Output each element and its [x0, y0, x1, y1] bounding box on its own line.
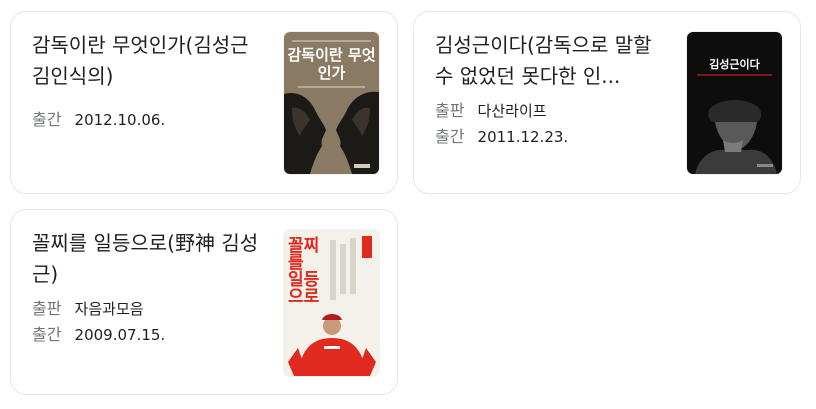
meta-value: 다산라이프: [477, 102, 547, 120]
meta-key: 출판: [435, 101, 465, 120]
book-card[interactable]: 김성근이다(감독으로 말할 수 없었던 못다한 인... 출판 다산라이프 출간…: [413, 11, 801, 194]
book-cover-image[interactable]: 꼴찌를 일등으로: [284, 230, 379, 376]
book-cover-image[interactable]: 김성근이다: [687, 32, 782, 174]
book-meta: 출판 다산라이프 출간 2011.12.23.: [435, 98, 675, 150]
meta-row-published: 출간 2012.10.06.: [32, 107, 272, 133]
meta-row-publisher: 출판 자음과모음: [32, 296, 272, 322]
meta-key: 출간: [32, 325, 62, 344]
book-cover-image[interactable]: 감독이란 무엇인가: [284, 32, 379, 174]
meta-row-published: 출간 2011.12.23.: [435, 124, 675, 150]
book-title[interactable]: 김성근이다(감독으로 말할 수 없었던 못다한 인...: [435, 30, 665, 92]
red-uniform-illustration: [288, 236, 376, 376]
book-card[interactable]: 꼴찌를 일등으로(野神 김성근) 출판 자음과모음 출간 2009.07.15.…: [10, 209, 398, 395]
meta-value: 2011.12.23.: [477, 128, 569, 146]
meta-row-publisher: 출판 다산라이프: [435, 98, 675, 124]
meta-key: 출판: [32, 299, 62, 318]
book-card[interactable]: 감독이란 무엇인가(김성근 김인식의) 출간 2012.10.06. 감독이란 …: [10, 11, 398, 194]
meta-value: 2012.10.06.: [74, 111, 166, 129]
portrait-illustration: [695, 99, 777, 174]
two-faces-illustration: [284, 91, 379, 174]
meta-row-published: 출간 2009.07.15.: [32, 322, 272, 348]
meta-value: 자음과모음: [74, 300, 144, 318]
book-title[interactable]: 꼴찌를 일등으로(野神 김성근): [32, 228, 262, 290]
book-meta: 출간 2012.10.06.: [32, 107, 272, 133]
meta-key: 출간: [32, 110, 62, 129]
meta-key: 출간: [435, 127, 465, 146]
book-meta: 출판 자음과모음 출간 2009.07.15.: [32, 296, 272, 348]
meta-value: 2009.07.15.: [74, 326, 166, 344]
book-title[interactable]: 감독이란 무엇인가(김성근 김인식의): [32, 30, 262, 92]
